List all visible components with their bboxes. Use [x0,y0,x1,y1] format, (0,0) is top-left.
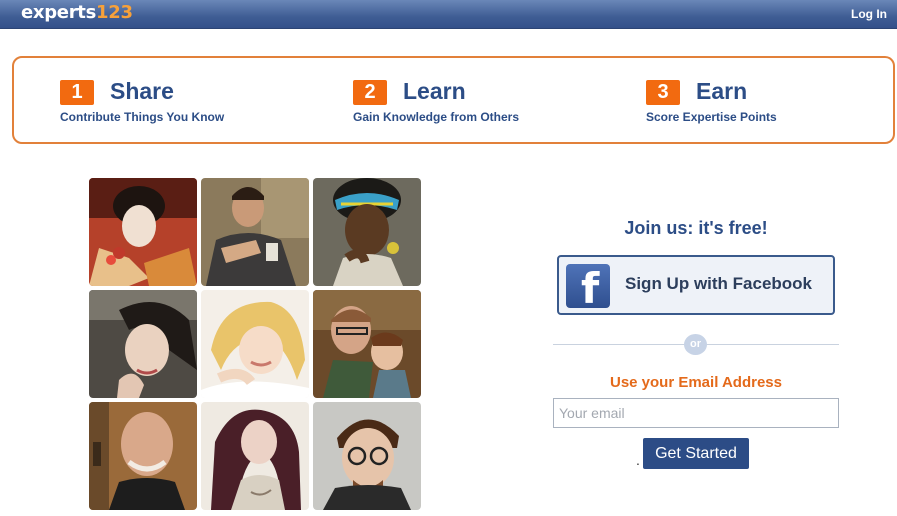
or-badge: or [684,334,707,355]
facebook-signup-label: Sign Up with Facebook [625,274,813,293]
person-photo-2 [201,178,309,286]
site-logo[interactable]: experts123 [21,3,133,23]
member-photo-grid [89,178,421,510]
person-photo-1 [89,178,197,286]
step-subtitle: Score Expertise Points [646,110,777,124]
stray-dot: . [636,452,640,468]
top-bar: experts123 Log In [0,0,897,29]
step-number-badge: 2 [353,80,387,105]
facebook-signup-button[interactable]: f Sign Up with Facebook [557,255,835,315]
step-number-badge: 1 [60,80,94,105]
person-photo-7 [89,402,197,510]
person-photo-5 [201,290,309,398]
step-title: Share [110,78,174,104]
steps-banner: 1 Share Contribute Things You Know 2 Lea… [12,56,895,144]
step-title: Earn [696,78,748,104]
person-photo-4 [89,290,197,398]
get-started-button[interactable]: Get Started [643,438,749,469]
facebook-icon: f [566,264,610,313]
email-input[interactable] [553,398,839,428]
person-photo-9 [313,402,421,510]
login-link[interactable]: Log In [851,7,887,21]
person-photo-6 [313,290,421,398]
step-subtitle: Gain Knowledge from Others [353,110,520,124]
join-heading: Join us: it's free! [624,218,768,238]
person-photo-3 [313,178,421,286]
step-number-badge: 3 [646,80,680,105]
step-subtitle: Contribute Things You Know [60,110,225,124]
step-title: Learn [403,78,466,104]
person-photo-8 [201,402,309,510]
email-section-label: Use your Email Address [609,374,782,391]
